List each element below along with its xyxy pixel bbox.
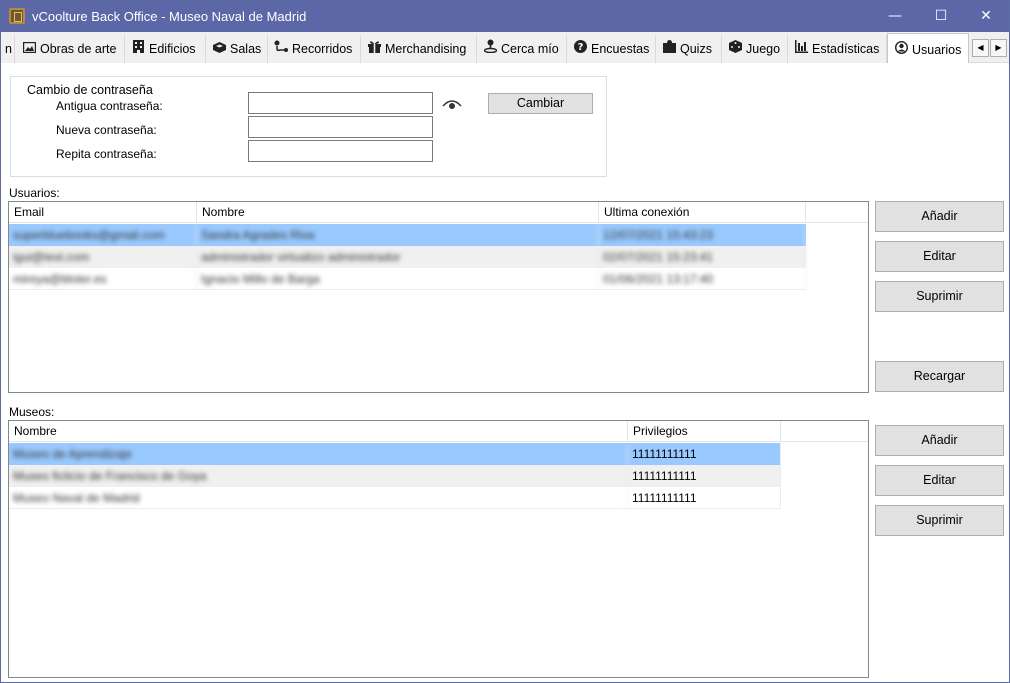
usuarios-panel: Cambio de contraseña Antigua contraseña:… [1,63,1009,682]
repeat-password-label: Repita contraseña: [56,147,157,161]
group-title: Cambio de contraseña [23,83,157,97]
old-password-label: Antigua contraseña: [56,99,163,113]
dice-icon [728,35,742,63]
cell-last-connection: 01/06/2021 13:17:40 [599,268,806,290]
svg-text:?: ? [577,42,583,53]
cell-privileges: 11111111111 [628,443,781,465]
cell-email: igui@test.com [9,246,197,268]
tab-label: n [5,42,12,56]
puzzle-icon [662,35,676,63]
picture-icon [22,35,36,63]
tab-label: Obras de arte [40,42,117,56]
chart-icon [794,35,808,63]
old-password-field[interactable] [248,92,433,114]
table-row[interactable]: igui@test.com administrador virtualizo a… [9,246,806,268]
add-museum-button[interactable]: Añadir [875,425,1004,456]
cell-email: mireya@bloter.es [9,268,197,290]
museums-section-label: Museos: [9,405,55,419]
delete-user-button[interactable]: Suprimir [875,281,1004,312]
cell-name: Ignacio Millo de Barga [197,268,599,290]
tab-label: Merchandising [385,42,467,56]
tab-label: Juego [746,42,781,56]
app-logo-icon [9,8,25,24]
route-icon [274,35,288,63]
tab-edificios[interactable]: Edificios [125,35,206,63]
cell-museum-name: Museo Naval de Madrid [9,487,628,509]
tab-label: Cerca mío [501,42,559,56]
maximize-button[interactable]: ☐ [918,1,964,32]
reload-users-button[interactable]: Recargar [875,361,1004,392]
tab-estadisticas[interactable]: Estadísticas [788,35,887,63]
edit-user-button[interactable]: Editar [875,241,1004,272]
tab-partial[interactable]: n [1,35,15,63]
repeat-password-field[interactable] [248,140,433,162]
tab-encuestas[interactable]: ? Encuestas [567,35,656,63]
window-title: vCoolture Back Office - Museo Naval de M… [32,9,307,24]
column-header-filler [781,421,868,442]
table-row[interactable]: superbluebooks@gmail.com Sandra Agrades … [9,224,806,246]
tab-label: Salas [230,42,262,56]
table-row[interactable]: Museo ficticio de Francisco de Goya 1111… [9,465,781,487]
tab-label: Estadísticas [812,42,880,56]
change-password-button[interactable]: Cambiar [488,93,593,114]
tab-quizs[interactable]: Quizs [656,35,722,63]
column-header-filler [806,202,868,223]
users-section-label: Usuarios: [9,186,60,200]
minimize-button[interactable]: — [872,1,918,32]
column-header-last-connection[interactable]: Ultima conexión [599,202,806,223]
column-header-email[interactable]: Email [9,202,197,223]
building-icon [131,35,145,63]
tab-label: Quizs [680,42,712,56]
delete-museum-button[interactable]: Suprimir [875,505,1004,536]
column-header-privileges[interactable]: Privilegios [628,421,781,442]
close-button[interactable]: ✕ [963,1,1009,32]
tab-obras-de-arte[interactable]: Obras de arte [16,35,125,63]
column-header-name[interactable]: Nombre [197,202,599,223]
tab-strip: n Obras de arte Edificios Salas Recorrid… [1,32,1009,64]
new-password-field[interactable] [248,116,433,138]
tab-cerca-mio[interactable]: Cerca mío [477,35,567,63]
edit-museum-button[interactable]: Editar [875,465,1004,496]
tab-juego[interactable]: Juego [722,35,788,63]
tab-merchandising[interactable]: Merchandising [361,35,477,63]
cell-name: administrador virtualizo administrador [197,246,599,268]
table-row[interactable]: Museo de Aprendizaje 11111111111 [9,443,781,465]
tab-label: Encuestas [591,42,650,56]
tab-label: Usuarios [912,43,962,57]
user-icon [894,34,908,66]
cell-last-connection: 02/07/2021 15:23:41 [599,246,806,268]
table-row[interactable]: mireya@bloter.es Ignacio Millo de Barga … [9,268,806,290]
tab-recorridos[interactable]: Recorridos [268,35,361,63]
cell-email: superbluebooks@gmail.com [9,224,197,246]
cell-privileges: 11111111111 [628,465,781,487]
cell-last-connection: 12/07/2021 15:43:23 [599,224,806,246]
users-table[interactable]: Email Nombre Ultima conexión superbluebo… [8,201,869,393]
table-row[interactable]: Museo Naval de Madrid 11111111111 [9,487,781,509]
question-icon: ? [573,35,587,63]
tab-scroll-right-button[interactable]: ▶ [990,39,1007,57]
cell-name: Sandra Agrades Riva [197,224,599,246]
new-password-label: Nueva contraseña: [56,123,157,137]
password-change-group: Cambio de contraseña Antigua contraseña:… [10,76,607,177]
tab-label: Recorridos [292,42,353,56]
column-header-name[interactable]: Nombre [9,421,628,442]
location-icon [483,35,497,63]
add-user-button[interactable]: Añadir [875,201,1004,232]
cell-museum-name: Museo ficticio de Francisco de Goya [9,465,628,487]
title-bar[interactable]: vCoolture Back Office - Museo Naval de M… [1,1,1009,32]
cell-museum-name: Museo de Aprendizaje [9,443,628,465]
show-password-eye-icon[interactable] [442,98,462,112]
tab-scroll-left-button[interactable]: ◀ [972,39,989,57]
app-window: vCoolture Back Office - Museo Naval de M… [0,0,1010,683]
tab-usuarios[interactable]: Usuarios [887,33,969,64]
gift-icon [367,35,381,63]
room-icon [212,35,226,63]
tab-label: Edificios [149,42,196,56]
cell-privileges: 11111111111 [628,487,781,509]
tab-salas[interactable]: Salas [206,35,268,63]
museums-table[interactable]: Nombre Privilegios Museo de Aprendizaje … [8,420,869,678]
